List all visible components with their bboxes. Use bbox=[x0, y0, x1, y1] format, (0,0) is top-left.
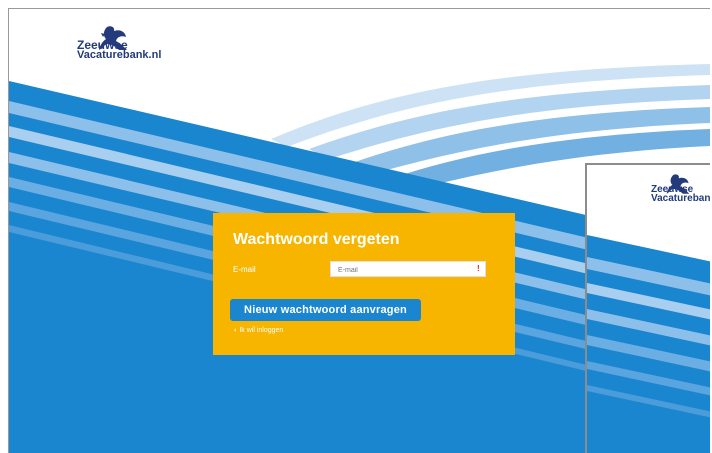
logo-text-line2: Vacaturebank.nl bbox=[77, 49, 162, 61]
background-waves-secondary bbox=[587, 235, 710, 453]
email-label: E-mail bbox=[233, 265, 256, 274]
email-field[interactable] bbox=[330, 261, 486, 277]
page-title: Wachtwoord vergeten bbox=[233, 231, 400, 248]
chevron-left-icon: ‹ bbox=[234, 327, 237, 334]
brand-logo[interactable]: Zeeuwse Vacaturebank.nl bbox=[77, 25, 187, 65]
brand-logo-secondary[interactable]: Zeeuwse Vacaturebank. bbox=[651, 173, 710, 207]
required-indicator: ! bbox=[477, 264, 480, 273]
logo-text-line2: Vacaturebank. bbox=[651, 193, 710, 204]
request-password-button[interactable]: Nieuw wachtwoord aanvragen bbox=[230, 299, 421, 321]
login-link-label: Ik wil inloggen bbox=[239, 327, 284, 334]
forgot-password-card: Wachtwoord vergeten E-mail ! Nieuw wacht… bbox=[213, 213, 515, 355]
login-link[interactable]: ‹ Ik wil inloggen bbox=[234, 327, 283, 334]
page-window: Zeeuwse Vacaturebank.nl Zeeuwse Vacature… bbox=[8, 8, 710, 453]
secondary-window: Zeeuwse Vacaturebank. bbox=[585, 163, 710, 453]
